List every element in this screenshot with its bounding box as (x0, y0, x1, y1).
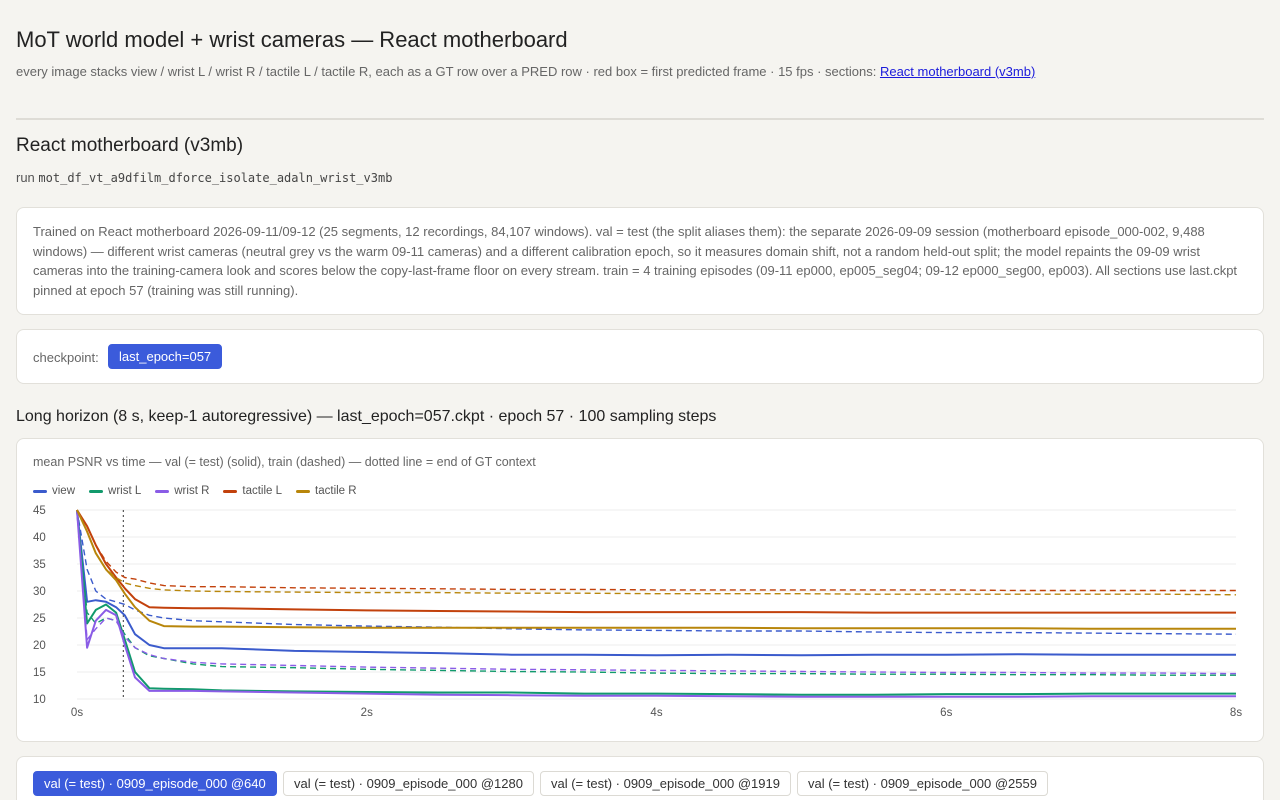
subtitle-text: every image stacks view / wrist L / wris… (16, 64, 880, 79)
description-text: Trained on React motherboard 2026-09-11/… (33, 224, 1238, 298)
x-tick-label: 4s (650, 707, 662, 719)
horizon-title: Long horizon (8 s, keep-1 autoregressive… (16, 408, 717, 425)
x-tick-label: 2s (361, 707, 373, 719)
y-tick-label: 35 (33, 559, 46, 571)
page-title: MoT world model + wrist cameras — React … (16, 27, 568, 52)
checkpoint-button[interactable]: last_epoch=057 (108, 344, 223, 369)
checkpoint-selector: checkpoint: last_epoch=057 (16, 329, 1264, 384)
description-card: Trained on React motherboard 2026-09-11/… (16, 207, 1264, 315)
series-line-wrist-L-train (76, 509, 1236, 676)
sample-tabs: val (= test) · 0909_episode_000 @640 val … (16, 756, 1264, 800)
run-prefix: run (16, 170, 35, 185)
x-tick-label: 0s (71, 707, 83, 719)
series-line-view-val (76, 509, 1236, 657)
checkpoint-label: checkpoint: (33, 350, 99, 365)
page-subtitle: every image stacks view / wrist L / wris… (16, 64, 1035, 79)
x-tick-label: 8s (1230, 707, 1242, 719)
y-tick-label: 30 (33, 586, 46, 598)
sample-tab[interactable]: val (= test) · 0909_episode_000 @1919 (540, 771, 791, 796)
series-line-tactile-R-val (76, 509, 1236, 630)
divider (16, 118, 1264, 120)
psnr-chart-card: mean PSNR vs time — val (= test) (solid)… (16, 438, 1264, 742)
y-tick-label: 45 (33, 505, 46, 517)
series-line-tactile-L-val (76, 509, 1236, 614)
series-line-tactile-L-train (76, 509, 1236, 592)
series-line-tactile-R-train (76, 509, 1237, 596)
psnr-chart: 10 15 20 25 30 35 40 45 0s 2s 4s 6s 8s (33, 505, 1242, 719)
section-title: React motherboard (v3mb) (16, 135, 244, 156)
x-tick-label: 6s (940, 707, 952, 719)
y-tick-label: 20 (33, 640, 46, 652)
run-name: mot_df_vt_a9dfilm_dforce_isolate_adaln_w… (38, 171, 393, 185)
series-line-view-train (76, 509, 1237, 635)
y-tick-label: 10 (33, 694, 46, 706)
sample-tab[interactable]: val (= test) · 0909_episode_000 @2559 (797, 771, 1048, 796)
run-line: run mot_df_vt_a9dfilm_dforce_isolate_ada… (16, 170, 392, 185)
section-link-v3mb[interactable]: React motherboard (v3mb) (880, 64, 1035, 79)
y-tick-label: 15 (33, 667, 46, 679)
sample-tab[interactable]: val (= test) · 0909_episode_000 @640 (33, 771, 277, 796)
y-tick-label: 25 (33, 613, 46, 625)
series-line-wrist-R-val (76, 509, 1236, 698)
y-tick-label: 40 (33, 532, 46, 544)
sample-tab[interactable]: val (= test) · 0909_episode_000 @1280 (283, 771, 534, 796)
